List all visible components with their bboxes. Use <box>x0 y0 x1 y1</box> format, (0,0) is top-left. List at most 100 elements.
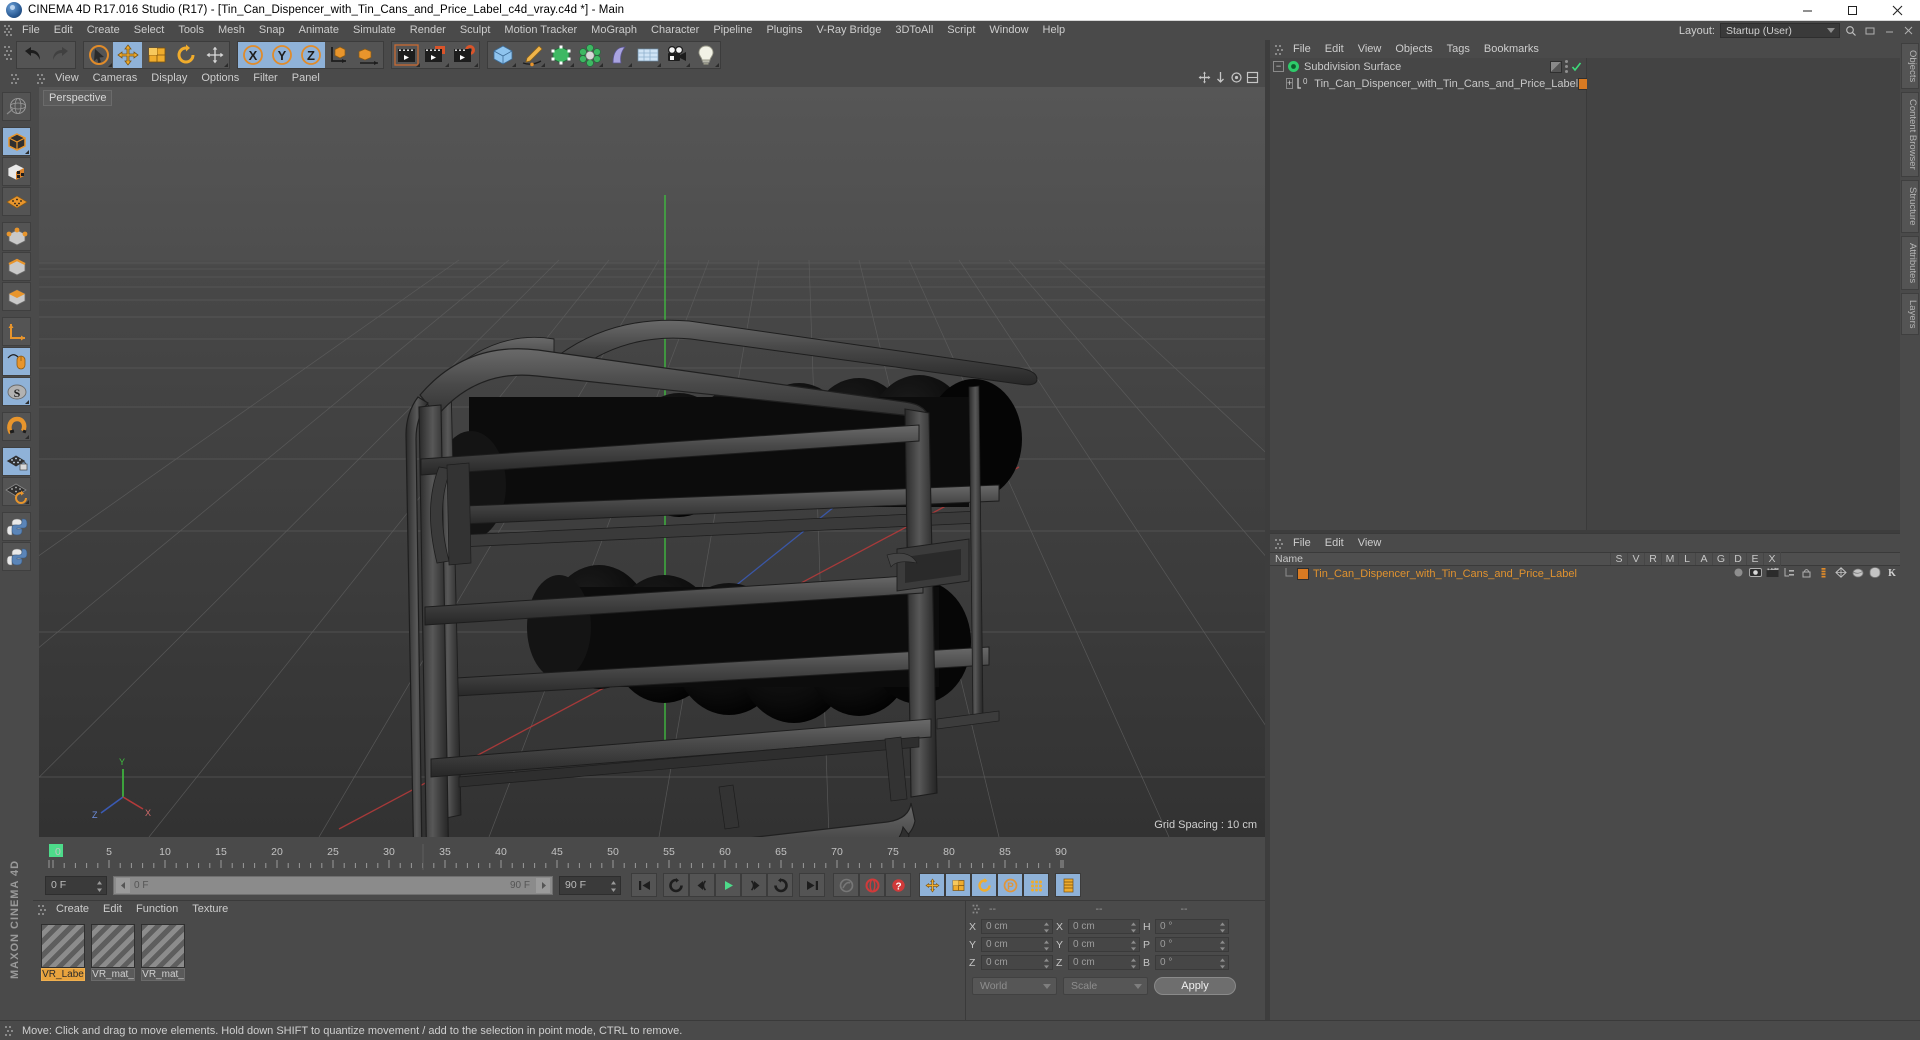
workplane-lock-icon[interactable] <box>2 447 31 476</box>
points-mode-icon[interactable] <box>2 222 31 251</box>
model-mode-icon[interactable] <box>2 127 31 156</box>
menu-tools[interactable]: Tools <box>171 21 211 40</box>
object-menu-tags[interactable]: Tags <box>1440 40 1477 59</box>
scale-tool-icon[interactable] <box>142 42 171 68</box>
menu-create[interactable]: Create <box>80 21 127 40</box>
object-tree[interactable]: − Subdivision Surface + 0 Tin_Can_Dispen… <box>1270 58 1597 530</box>
undo-icon[interactable] <box>17 42 46 68</box>
keyframe-selection-icon[interactable]: ? <box>885 873 911 897</box>
rotate-view-icon[interactable] <box>1230 71 1243 84</box>
viewport-menu-filter[interactable]: Filter <box>246 70 284 87</box>
sidebar-tab-attributes[interactable]: Attributes <box>1901 235 1919 290</box>
step-back-icon[interactable] <box>689 873 715 897</box>
spinner-icon[interactable] <box>1043 922 1050 933</box>
play-icon[interactable] <box>715 873 741 897</box>
pan-view-icon[interactable] <box>1198 71 1211 84</box>
lock-x-icon[interactable]: X <box>238 42 267 68</box>
step-forward-icon[interactable] <box>741 873 767 897</box>
object-row-tin-can-dispenser[interactable]: + 0 Tin_Can_Dispencer_with_Tin_Cans_and_… <box>1270 75 1597 92</box>
panel-restore-icon[interactable] <box>1862 23 1878 38</box>
attribute-menu-edit[interactable]: Edit <box>1318 534 1351 553</box>
coordinates-grip-icon[interactable] <box>970 903 983 916</box>
world-object-coord-icon[interactable] <box>325 42 354 68</box>
sidebar-tab-content-browser[interactable]: Content Browser <box>1901 92 1919 177</box>
object-menu-bookmarks[interactable]: Bookmarks <box>1477 40 1546 59</box>
timeline-scrollbar[interactable]: 0 F 90 F <box>113 875 553 895</box>
attribute-menu-view[interactable]: View <box>1351 534 1389 553</box>
range-end-handle[interactable] <box>536 877 550 893</box>
edges-mode-icon[interactable] <box>2 252 31 281</box>
menu-render[interactable]: Render <box>403 21 453 40</box>
layer-icon[interactable] <box>1781 567 1798 581</box>
key-position-icon[interactable] <box>919 873 945 897</box>
menu-pipeline[interactable]: Pipeline <box>706 21 759 40</box>
material-menu-texture[interactable]: Texture <box>185 900 235 919</box>
lock-icon[interactable] <box>1798 567 1815 581</box>
menu-mesh[interactable]: Mesh <box>211 21 252 40</box>
menu-select[interactable]: Select <box>127 21 172 40</box>
menu-motion-tracker[interactable]: Motion Tracker <box>497 21 584 40</box>
spinner-icon[interactable] <box>1219 922 1226 933</box>
menu-mograph[interactable]: MoGraph <box>584 21 644 40</box>
coord-pitch-field[interactable]: 0 ° <box>1155 937 1229 952</box>
left-toolbar-grip-icon[interactable] <box>10 72 22 86</box>
workplane-mode-icon[interactable] <box>2 187 31 216</box>
key-rotation-icon[interactable] <box>971 873 997 897</box>
menu-animate[interactable]: Animate <box>292 21 346 40</box>
spinner-icon[interactable] <box>1130 940 1137 951</box>
light-icon[interactable] <box>691 42 720 68</box>
viewport-menu-display[interactable]: Display <box>144 70 194 87</box>
loop-icon[interactable] <box>767 873 793 897</box>
spinner-icon[interactable] <box>1219 958 1226 969</box>
spinner-icon[interactable] <box>610 880 617 893</box>
texture-mode-icon[interactable] <box>2 157 31 186</box>
menu-help[interactable]: Help <box>1036 21 1073 40</box>
polygons-mode-icon[interactable] <box>2 282 31 311</box>
layout-dropdown[interactable]: Startup (User) <box>1720 23 1840 38</box>
coord-x-size-field[interactable]: 0 cm <box>1068 919 1140 934</box>
material-swatch[interactable] <box>41 924 85 968</box>
search-icon[interactable] <box>1843 23 1859 38</box>
scene-floor-icon[interactable] <box>633 42 662 68</box>
expander-icon[interactable]: + <box>1286 78 1294 89</box>
enable-axis-icon[interactable] <box>2 347 31 376</box>
soft-selection-icon[interactable]: S <box>2 377 31 406</box>
panel-close-icon[interactable] <box>1900 23 1916 38</box>
generator-icon[interactable] <box>1849 567 1866 581</box>
toolbar-grip-icon[interactable] <box>2 42 14 68</box>
axis-object-icon[interactable] <box>2 317 31 346</box>
minimize-button[interactable] <box>1785 0 1830 21</box>
xref-icon[interactable]: K <box>1883 567 1900 581</box>
object-manager-tag-area[interactable] <box>1587 58 1900 530</box>
coord-system-icon[interactable] <box>354 42 383 68</box>
timeline-ruler[interactable]: 0 5 10 15 20 25 30 35 40 45 50 55 60 65 70 75 80 85 90 <box>45 844 1263 870</box>
move-tool-icon[interactable] <box>113 42 142 68</box>
object-manager-grip-icon[interactable] <box>1273 42 1286 57</box>
cube-primitive-icon[interactable] <box>488 42 517 68</box>
snap-magnet-icon[interactable] <box>2 412 31 441</box>
coord-z-position-field[interactable]: 0 cm <box>981 955 1053 970</box>
select-live-icon[interactable] <box>84 42 113 68</box>
mograph-cloner-icon[interactable] <box>575 42 604 68</box>
current-frame-field[interactable]: 0 F <box>45 875 107 895</box>
coord-bank-field[interactable]: 0 ° <box>1155 955 1229 970</box>
spinner-icon[interactable] <box>1219 940 1226 951</box>
render-view-icon[interactable] <box>392 42 421 68</box>
timeline-button-icon[interactable] <box>1055 873 1081 897</box>
material-swatch[interactable] <box>141 924 185 968</box>
viewport-menu-view[interactable]: View <box>48 70 86 87</box>
menubar-grip-icon[interactable] <box>2 23 15 38</box>
attribute-grip-icon[interactable] <box>1273 536 1286 551</box>
coord-x-position-field[interactable]: 0 cm <box>981 919 1053 934</box>
coord-heading-field[interactable]: 0 ° <box>1155 919 1229 934</box>
python-generator-icon[interactable] <box>2 542 31 571</box>
autokey-icon[interactable] <box>833 873 859 897</box>
redo-icon[interactable] <box>46 42 75 68</box>
menu-script[interactable]: Script <box>940 21 982 40</box>
check-icon[interactable] <box>1571 61 1582 72</box>
menu-3dtoall[interactable]: 3DToAll <box>888 21 940 40</box>
viewport-menu-options[interactable]: Options <box>194 70 246 87</box>
material-item[interactable]: VR_mat_ <box>91 924 135 981</box>
object-menu-objects[interactable]: Objects <box>1388 40 1439 59</box>
menu-snap[interactable]: Snap <box>252 21 292 40</box>
